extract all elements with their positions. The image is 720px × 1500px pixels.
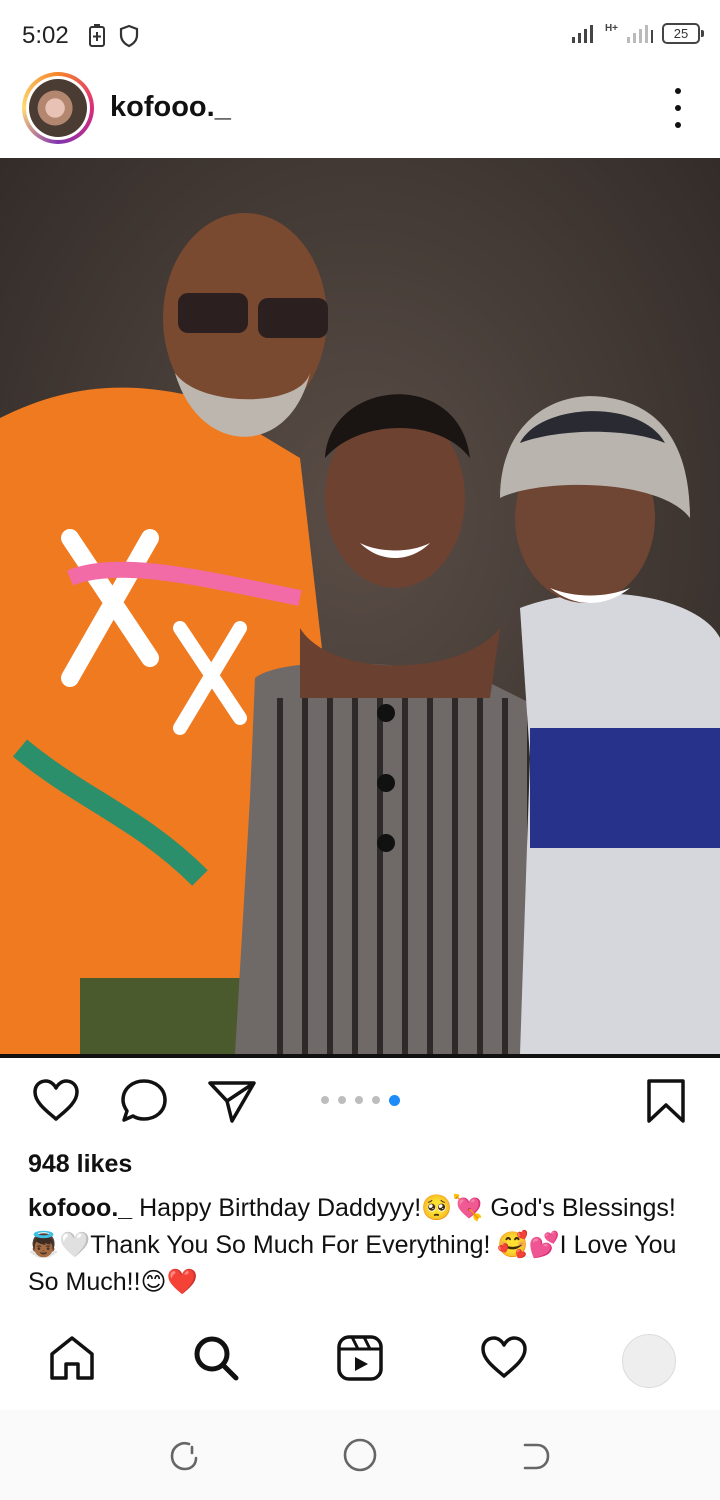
home-system-button[interactable] xyxy=(341,1436,379,1474)
photo-divider xyxy=(0,1054,720,1058)
comment-icon xyxy=(121,1079,167,1122)
comment-button[interactable] xyxy=(118,1075,170,1127)
post-username[interactable]: kofooo._ xyxy=(110,91,231,124)
nav-activity[interactable] xyxy=(478,1332,530,1384)
save-button[interactable] xyxy=(640,1075,692,1127)
post-header: kofooo._ xyxy=(0,72,720,159)
recents-button[interactable] xyxy=(165,1436,203,1474)
home-icon xyxy=(50,1336,94,1380)
caption-username[interactable]: kofooo._ xyxy=(28,1194,132,1222)
share-button[interactable] xyxy=(206,1075,258,1127)
carousel-dot-active xyxy=(389,1095,400,1106)
carousel-dot xyxy=(338,1096,346,1104)
circle-home-icon xyxy=(343,1438,377,1472)
more-options-button[interactable] xyxy=(666,88,690,128)
likes-count[interactable]: 948 likes xyxy=(28,1150,132,1179)
back-button[interactable] xyxy=(515,1436,553,1474)
nav-home[interactable] xyxy=(46,1332,98,1384)
battery-indicator: 25 xyxy=(662,22,704,44)
signal-icon-2 xyxy=(627,25,653,43)
shield-icon xyxy=(119,24,139,48)
more-dot xyxy=(675,105,681,111)
status-left-icons xyxy=(88,24,140,48)
status-bar: 5:02 H+ 25 xyxy=(0,0,720,72)
carousel-dot xyxy=(321,1096,329,1104)
avatar-image xyxy=(29,79,87,137)
photo-illustration xyxy=(0,158,720,1054)
send-icon xyxy=(208,1081,256,1123)
avatar[interactable] xyxy=(22,72,94,144)
heart-icon xyxy=(481,1336,527,1378)
signal-icon xyxy=(571,25,593,43)
more-vertical-icon xyxy=(675,88,681,94)
battery-saver-icon xyxy=(89,24,105,47)
bookmark-icon xyxy=(647,1079,685,1123)
network-type: H+ xyxy=(604,22,618,34)
search-icon xyxy=(194,1336,239,1381)
recents-icon xyxy=(170,1441,198,1471)
back-icon xyxy=(523,1443,550,1470)
more-dot xyxy=(675,122,681,128)
reels-icon xyxy=(337,1335,383,1381)
status-right-icons: H+ 25 xyxy=(571,22,704,44)
avatar-border xyxy=(26,76,90,140)
carousel-indicator xyxy=(321,1095,400,1106)
system-navigation xyxy=(0,1410,720,1500)
status-time: 5:02 xyxy=(22,22,69,49)
nav-search[interactable] xyxy=(190,1332,242,1384)
post-photo[interactable] xyxy=(0,158,720,1054)
nav-profile-avatar[interactable] xyxy=(622,1334,676,1388)
bottom-navigation xyxy=(0,1320,720,1400)
post-caption: kofooo._ Happy Birthday Daddyyy!🥺💘 God's… xyxy=(28,1190,693,1301)
nav-reels[interactable] xyxy=(334,1332,386,1384)
post-actions xyxy=(0,1075,720,1135)
carousel-dot xyxy=(355,1096,363,1104)
heart-icon xyxy=(33,1079,79,1121)
carousel-dot xyxy=(372,1096,380,1104)
like-button[interactable] xyxy=(30,1075,82,1127)
